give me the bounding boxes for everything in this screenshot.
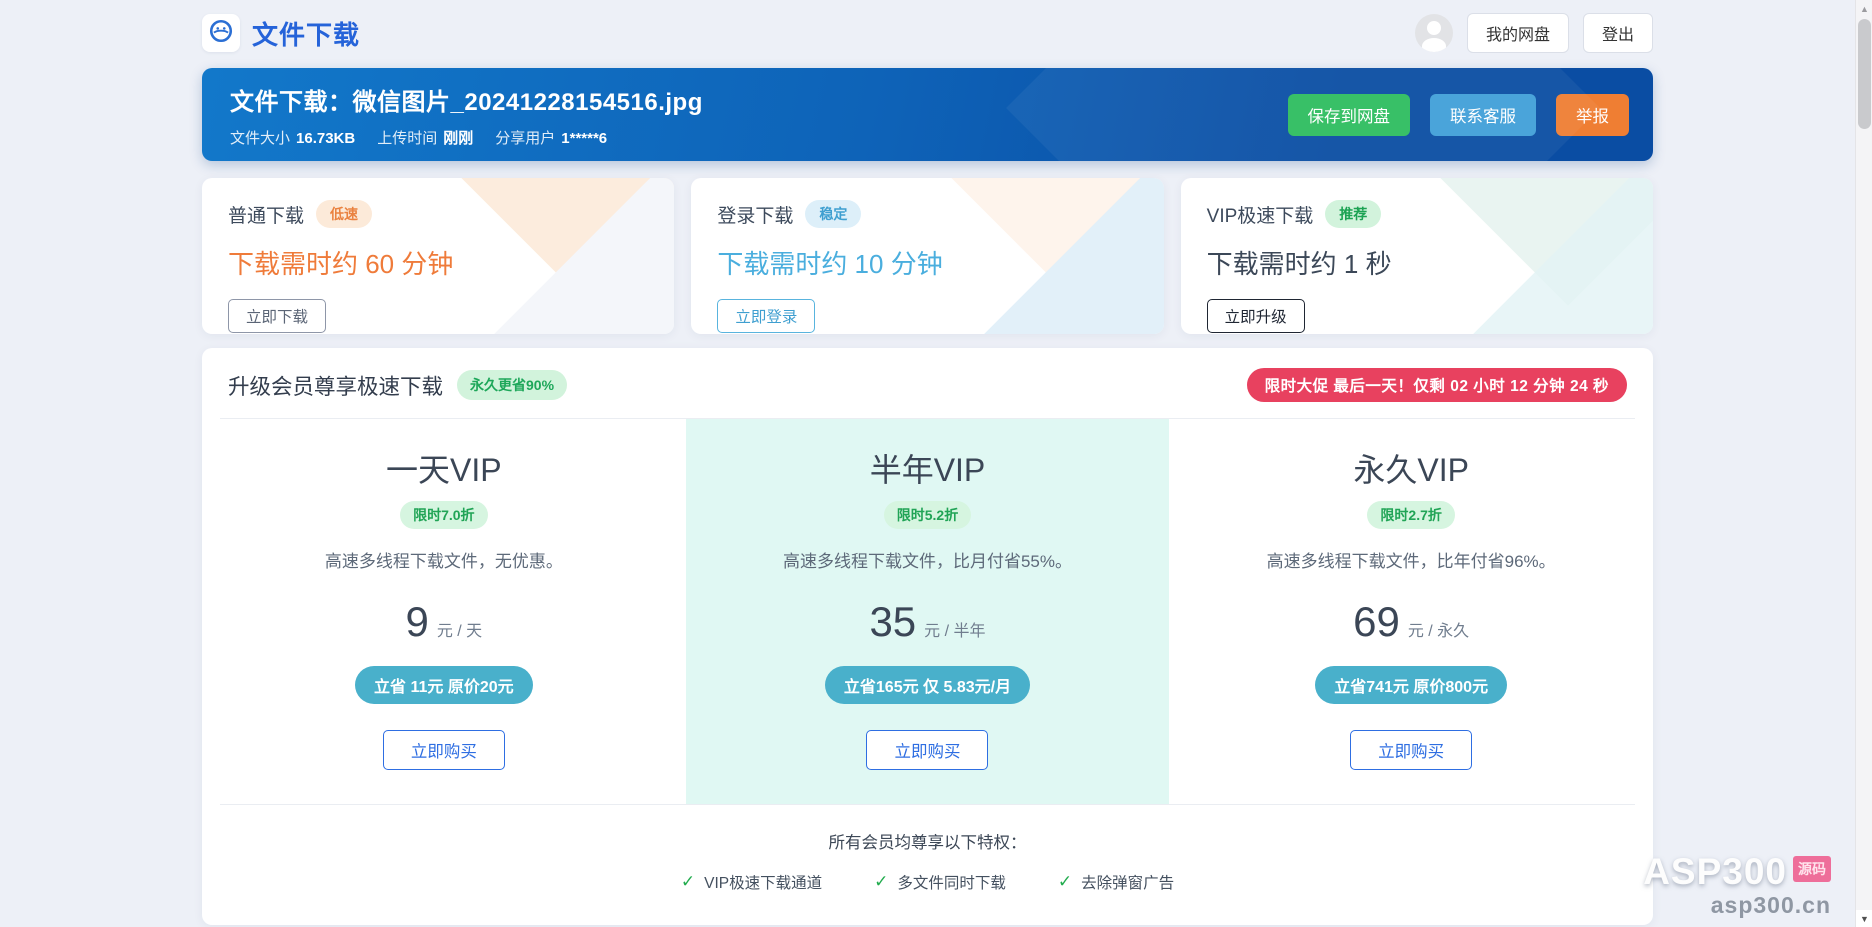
report-button[interactable]: 举报 (1556, 93, 1629, 136)
vip-section-title: 升级会员尊享极速下载 (228, 374, 444, 399)
buy-now-button[interactable]: 立即购买 (866, 730, 989, 770)
plan-save-pill: 立省165元 仅 5.83元/月 (824, 666, 1031, 704)
option-card-login: 登录下载 稳定 下载需时约 10 分钟 立即登录 (691, 178, 1164, 334)
upgrade-now-button[interactable]: 立即升级 (1206, 299, 1305, 333)
privilege-item: ✓ 去除弹窗广告 (1057, 872, 1175, 892)
privilege-item: ✓ 多文件同时下载 (874, 872, 1006, 892)
privileges-title: 所有会员均尊享以下特权： (828, 834, 1027, 852)
plan-one-day: 一天VIP 限时7.0折 高速多线程下载文件，无优惠。 9 元 / 天 立省 11… (202, 419, 686, 804)
plan-price: 9 元 / 天 (222, 598, 666, 646)
contact-support-button[interactable]: 联系客服 (1430, 93, 1536, 136)
plan-price: 69 元 / 永久 (1189, 598, 1633, 646)
countdown-badge: 限时大促 最后一天！仅剩 02 小时 12 分钟 24 秒 (1246, 368, 1627, 402)
check-icon: ✓ (680, 872, 696, 891)
plan-name: 半年VIP (869, 452, 986, 488)
option-card-normal: 普通下载 低速 下载需时约 60 分钟 立即下载 (202, 178, 675, 334)
scroll-up-arrow-icon[interactable]: ▲ (1856, 0, 1872, 17)
download-options: 普通下载 低速 下载需时约 60 分钟 立即下载 登录下载 稳定 下载需时约 1… (202, 178, 1653, 334)
check-icon: ✓ (1057, 872, 1073, 891)
option-time: 下载需时约 1 秒 (1206, 249, 1392, 279)
file-title: 文件下载：微信图片_20241228154516.jpg (230, 88, 703, 116)
page-title: 文件下载 (252, 19, 361, 50)
plan-discount-badge: 限时7.0折 (400, 501, 488, 529)
plan-name: 永久VIP (1353, 452, 1469, 488)
option-time: 下载需时约 10 分钟 (717, 249, 943, 279)
vertical-scrollbar[interactable]: ▲ ▼ (1855, 0, 1872, 927)
check-icon: ✓ (874, 872, 889, 891)
option-card-vip: VIP极速下载 推荐 下载需时约 1 秒 立即升级 (1180, 178, 1653, 334)
share-user: 1*****6 (561, 129, 608, 147)
privilege-item: ✓ VIP极速下载通道 (680, 872, 823, 892)
price-number: 9 (405, 598, 429, 645)
upload-time: 刚刚 (443, 129, 474, 147)
logout-button[interactable]: 登出 (1582, 13, 1653, 53)
option-title: VIP极速下载 (1206, 205, 1314, 227)
price-number: 69 (1353, 598, 1400, 645)
file-banner: 文件下载：微信图片_20241228154516.jpg 文件大小 16.73KB… (202, 68, 1653, 161)
page: 文件下载 我的网盘 登出 文件下载：微信图片_20241228154516.jp… (0, 0, 1855, 927)
login-now-button[interactable]: 立即登录 (717, 299, 816, 333)
privileges: 所有会员均尊享以下特权： ✓ VIP极速下载通道 ✓ 多文件同时下载 ✓ 去除弹窗广告 (202, 805, 1653, 925)
option-badge-recommended: 推荐 (1325, 200, 1382, 228)
plan-discount-badge: 限时5.2折 (883, 501, 972, 529)
price-number: 35 (869, 598, 917, 645)
buy-now-button[interactable]: 立即购买 (1350, 730, 1473, 770)
download-now-button[interactable]: 立即下载 (228, 299, 327, 333)
plan-discount-badge: 限时2.7折 (1367, 501, 1455, 529)
plan-save-pill: 立省 11元 原价20元 (355, 666, 533, 704)
price-unit: 元 / 天 (436, 623, 483, 640)
plan-permanent: 永久VIP 限时2.7折 高速多线程下载文件，比年付省96%。 69 元 / 永久… (1169, 419, 1653, 804)
scroll-down-arrow-icon[interactable]: ▼ (1856, 910, 1872, 927)
option-title: 普通下载 (228, 205, 305, 227)
logo-box (202, 14, 240, 52)
my-drive-button[interactable]: 我的网盘 (1466, 13, 1569, 53)
price-unit: 元 / 半年 (924, 623, 986, 640)
user-avatar[interactable] (1414, 14, 1453, 52)
brand: 文件下载 (202, 14, 360, 52)
plan-description: 高速多线程下载文件，比年付省96%。 (1266, 552, 1556, 571)
site-logo-icon (208, 18, 234, 49)
plan-name: 一天VIP (386, 452, 502, 488)
option-time: 下载需时约 60 分钟 (228, 249, 454, 279)
option-title: 登录下载 (717, 205, 794, 227)
pricing-plans: 一天VIP 限时7.0折 高速多线程下载文件，无优惠。 9 元 / 天 立省 11… (202, 419, 1653, 804)
plan-save-pill: 立省741元 原价800元 (1315, 666, 1508, 704)
scrollbar-thumb[interactable] (1858, 19, 1871, 129)
vip-section: 升级会员尊享极速下载 永久更省90% 限时大促 最后一天！仅剩 02 小时 12… (202, 348, 1653, 925)
save-to-drive-button[interactable]: 保存到网盘 (1287, 93, 1410, 136)
plan-description: 高速多线程下载文件，比月付省55%。 (782, 552, 1072, 571)
price-unit: 元 / 永久 (1407, 623, 1470, 640)
buy-now-button[interactable]: 立即购买 (382, 730, 505, 770)
file-meta: 文件大小 16.73KB 上传时间 刚刚 分享用户 1*****6 (230, 129, 608, 147)
plan-description: 高速多线程下载文件，无优惠。 (324, 552, 563, 571)
vip-save-badge: 永久更省90% (457, 370, 568, 400)
plan-half-year: 半年VIP 限时5.2折 高速多线程下载文件，比月付省55%。 35 元 / 半年… (685, 419, 1170, 804)
plan-price: 35 元 / 半年 (706, 598, 1150, 646)
option-badge-stable: 稳定 (805, 200, 862, 228)
file-size: 16.73KB (296, 129, 356, 147)
header: 文件下载 我的网盘 登出 (202, 0, 1653, 66)
option-badge-slow: 低速 (316, 200, 373, 228)
